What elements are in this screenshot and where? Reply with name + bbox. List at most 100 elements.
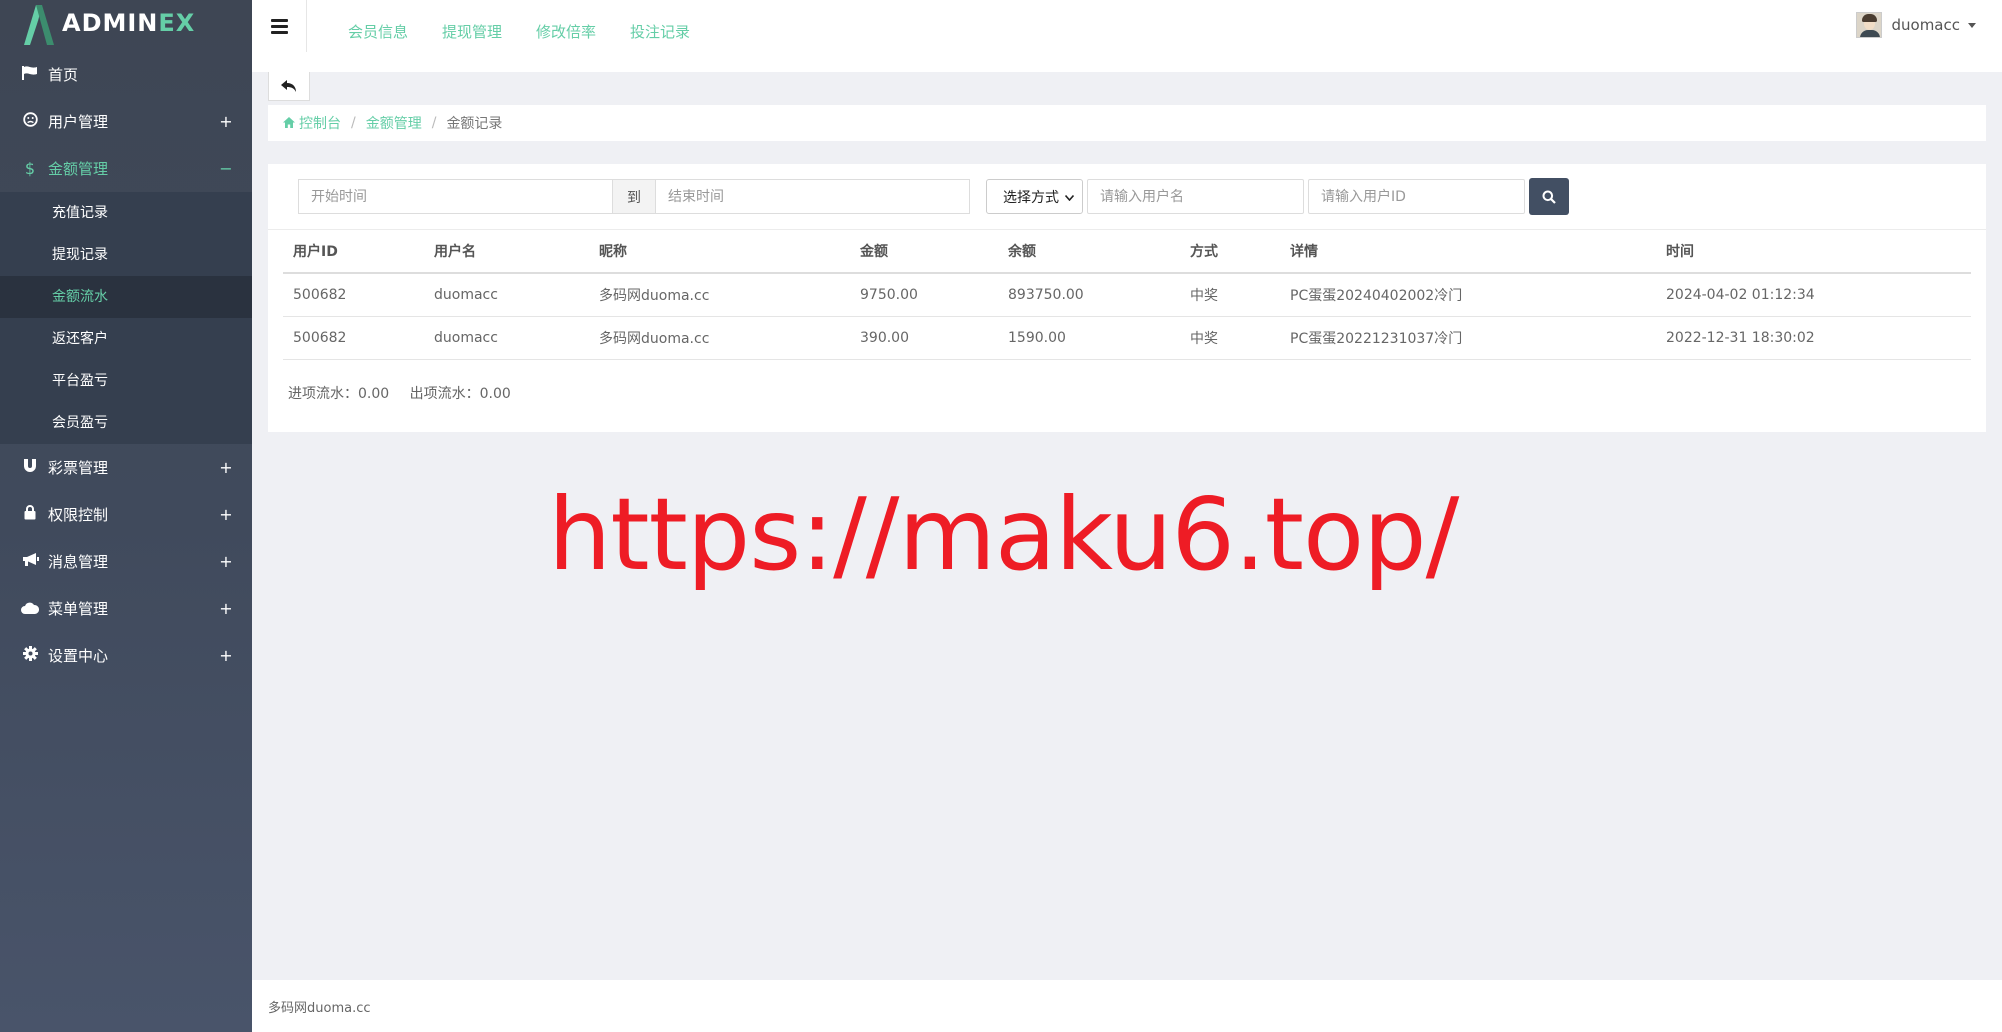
userid-search-input[interactable] xyxy=(1308,179,1525,214)
amount-flow-panel: 到 选择方式 用户ID 用户名 昵称 金额 余额 方式 xyxy=(268,164,1986,432)
search-button[interactable] xyxy=(1529,178,1569,215)
top-nav-links: 会员信息 提现管理 修改倍率 投注记录 xyxy=(348,21,724,42)
cell-time: 2024-04-02 01:12:34 xyxy=(1656,273,1971,317)
avatar xyxy=(1856,12,1883,38)
cell-username: duomacc xyxy=(424,316,589,360)
column-header: 用户名 xyxy=(424,230,589,274)
search-icon xyxy=(1542,190,1556,204)
gear-icon xyxy=(20,646,40,665)
caret-down-icon xyxy=(1968,22,1976,28)
column-header: 时间 xyxy=(1656,230,1971,274)
column-header: 详情 xyxy=(1280,230,1656,274)
magnet-icon xyxy=(20,458,40,477)
user-circle-icon xyxy=(20,112,40,131)
sidebar: ADMINEX 首页 用户管理 + $ 金额管理 − 充值记录 提现记录 金额流… xyxy=(0,0,252,1032)
dollar-icon: $ xyxy=(24,159,36,178)
method-select[interactable]: 选择方式 xyxy=(986,179,1083,214)
sidebar-item-label: 金额管理 xyxy=(48,160,109,178)
sidebar-item-message-management[interactable]: 消息管理 + xyxy=(0,538,252,585)
breadcrumb-home[interactable]: 控制台 xyxy=(283,113,341,133)
sidebar-subitem-recharge-records[interactable]: 充值记录 xyxy=(0,192,252,234)
breadcrumb-separator: / xyxy=(431,115,437,131)
sidebar-item-label: 菜单管理 xyxy=(48,600,109,618)
top-link-withdraw-management[interactable]: 提现管理 xyxy=(442,21,502,42)
start-time-input[interactable] xyxy=(298,179,613,214)
back-button[interactable] xyxy=(268,72,310,101)
cell-method: 中奖 xyxy=(1180,273,1280,317)
top-header: 会员信息 提现管理 修改倍率 投注记录 duomacc xyxy=(252,0,2002,72)
cell-amount: 9750.00 xyxy=(850,273,998,317)
column-header: 用户ID xyxy=(283,230,424,274)
watermark-url: https://maku6.top/ xyxy=(548,476,1459,593)
top-link-modify-multiplier[interactable]: 修改倍率 xyxy=(536,21,596,42)
cell-details: PC蛋蛋20240402002冷门 xyxy=(1280,273,1656,317)
amount-flow-table: 用户ID 用户名 昵称 金额 余额 方式 详情 时间 500682 duomac… xyxy=(283,230,1971,360)
username: duomacc xyxy=(1891,16,1960,34)
sidebar-item-label: 消息管理 xyxy=(48,553,109,571)
logo[interactable]: ADMINEX xyxy=(0,0,252,46)
expand-icon: + xyxy=(219,552,233,571)
chevron-down-icon xyxy=(1064,190,1075,204)
sidebar-item-lottery-management[interactable]: 彩票管理 + xyxy=(0,444,252,491)
breadcrumb-current: 金额记录 xyxy=(446,116,503,132)
collapse-icon: − xyxy=(219,159,233,178)
breadcrumb-home-label: 控制台 xyxy=(299,116,341,132)
table-header-row: 用户ID 用户名 昵称 金额 余额 方式 详情 时间 xyxy=(283,230,1971,274)
sidebar-item-label: 用户管理 xyxy=(48,113,109,131)
flag-icon xyxy=(20,65,40,84)
top-link-member-info[interactable]: 会员信息 xyxy=(348,21,408,42)
cell-balance: 1590.00 xyxy=(998,316,1180,360)
out-flow-total: 出项流水：0.00 xyxy=(409,385,511,402)
sidebar-subitem-member-pnl[interactable]: 会员盈亏 xyxy=(0,402,252,444)
sidebar-item-label: 设置中心 xyxy=(48,647,109,665)
sidebar-item-settings-center[interactable]: 设置中心 + xyxy=(0,632,252,679)
sidebar-item-label: 首页 xyxy=(48,66,79,84)
expand-icon: + xyxy=(219,505,233,524)
cell-method: 中奖 xyxy=(1180,316,1280,360)
home-icon xyxy=(283,116,295,132)
breadcrumb-separator: / xyxy=(351,115,356,131)
user-menu[interactable]: duomacc xyxy=(1856,12,1976,38)
cell-details: PC蛋蛋20221231037冷门 xyxy=(1280,316,1656,360)
sidebar-subitem-amount-flow[interactable]: 金额流水 xyxy=(0,276,252,318)
lock-icon xyxy=(20,505,40,524)
sidebar-item-label: 权限控制 xyxy=(48,506,109,524)
expand-icon: + xyxy=(219,599,233,618)
sidebar-item-home[interactable]: 首页 xyxy=(0,51,252,98)
column-header: 昵称 xyxy=(589,230,850,274)
expand-icon: + xyxy=(219,112,233,131)
sidebar-subitem-platform-pnl[interactable]: 平台盈亏 xyxy=(0,360,252,402)
cell-username: duomacc xyxy=(424,273,589,317)
sidebar-subitem-refund-customer[interactable]: 返还客户 xyxy=(0,318,252,360)
in-flow-total: 进项流水：0.00 xyxy=(288,385,390,402)
sidebar-subitem-withdraw-records[interactable]: 提现记录 xyxy=(0,234,252,276)
sidebar-item-label: 彩票管理 xyxy=(48,459,109,477)
menu-toggle-button[interactable] xyxy=(252,0,307,52)
hamburger-icon xyxy=(270,16,288,37)
top-link-bet-records[interactable]: 投注记录 xyxy=(630,21,690,42)
logo-text-accent: EX xyxy=(158,9,196,37)
breadcrumb-section[interactable]: 金额管理 xyxy=(366,113,422,133)
logo-text-main: ADMIN xyxy=(62,9,159,37)
table-row: 500682 duomacc 多码网duoma.cc 9750.00 89375… xyxy=(283,273,1971,317)
end-time-input[interactable] xyxy=(655,179,970,214)
reply-arrow-icon xyxy=(281,79,296,92)
sidebar-subnav-amount: 充值记录 提现记录 金额流水 返还客户 平台盈亏 会员盈亏 xyxy=(0,192,252,444)
filter-bar: 到 选择方式 xyxy=(268,164,1986,230)
date-range-to-label: 到 xyxy=(613,179,655,214)
column-header: 余额 xyxy=(998,230,1180,274)
date-range-group: 到 xyxy=(298,179,970,214)
sidebar-item-permission-control[interactable]: 权限控制 + xyxy=(0,491,252,538)
username-search-input[interactable] xyxy=(1087,179,1304,214)
cloud-icon xyxy=(20,599,40,618)
cell-nickname: 多码网duoma.cc xyxy=(589,316,850,360)
expand-icon: + xyxy=(219,646,233,665)
flow-summary: 进项流水：0.00 出项流水：0.00 xyxy=(288,383,1986,403)
sidebar-item-menu-management[interactable]: 菜单管理 + xyxy=(0,585,252,632)
footer-text: 多码网duoma.cc xyxy=(268,1000,371,1016)
method-select-value: 选择方式 xyxy=(1003,189,1059,206)
bullhorn-icon xyxy=(20,552,40,571)
sidebar-item-amount-management[interactable]: $ 金额管理 − xyxy=(0,145,252,192)
cell-amount: 390.00 xyxy=(850,316,998,360)
sidebar-item-user-management[interactable]: 用户管理 + xyxy=(0,98,252,145)
